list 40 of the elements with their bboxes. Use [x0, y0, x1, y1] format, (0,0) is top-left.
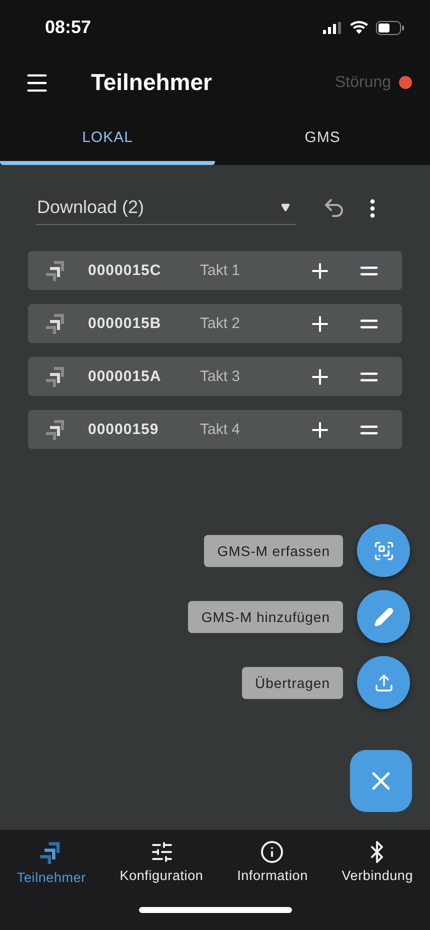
qr-scan-icon [372, 540, 394, 562]
clock-time: 08:57 [45, 17, 92, 38]
status-label: Störung [334, 74, 391, 92]
close-button[interactable] [350, 750, 412, 812]
wifi-icon [350, 21, 368, 34]
action-label: Übertragen [242, 666, 343, 698]
device-row[interactable]: 0000015C Takt 1 [28, 251, 402, 290]
nav-item[interactable]: Konfiguration [116, 840, 208, 885]
device-row[interactable]: 00000159 Takt 4 [28, 410, 402, 449]
device-step: Takt 1 [200, 262, 304, 279]
device-step: Takt 3 [200, 368, 304, 385]
nav-item[interactable]: Information [233, 840, 312, 885]
signal-icon [323, 22, 342, 34]
nav-item[interactable]: Verbindung [338, 840, 418, 885]
caret-icon [281, 203, 290, 212]
nav-label: Information [237, 868, 308, 883]
device-row[interactable]: 0000015B Takt 2 [28, 304, 402, 343]
download-dropdown[interactable]: Download (2) [36, 192, 296, 224]
device-row[interactable]: 0000015A Takt 3 [28, 357, 402, 396]
nav-item[interactable]: Teilnehmer [12, 840, 90, 885]
battery-icon [376, 20, 404, 34]
more-icon [370, 198, 375, 218]
action-label: GMS-M hinzufügen [188, 600, 343, 632]
page-title: Teilnehmer [91, 69, 213, 96]
action-label: GMS-M erfassen [204, 534, 343, 566]
info-icon [260, 840, 284, 864]
tab[interactable]: GMS [215, 110, 430, 165]
upload-icon [374, 672, 394, 692]
nav-label: Teilnehmer [16, 870, 86, 885]
nav-label: Konfiguration [120, 868, 204, 883]
pencil-icon [374, 606, 394, 626]
device-step: Takt 4 [200, 421, 304, 438]
device-id: 0000015C [88, 262, 162, 279]
device-id: 0000015B [88, 315, 162, 332]
undo-icon [322, 196, 346, 220]
device-id: 00000159 [88, 421, 160, 438]
device-step: Takt 2 [200, 315, 304, 332]
nav-label: Verbindung [342, 868, 414, 883]
device-id: 0000015A [88, 368, 162, 385]
sliders-icon [150, 840, 174, 864]
